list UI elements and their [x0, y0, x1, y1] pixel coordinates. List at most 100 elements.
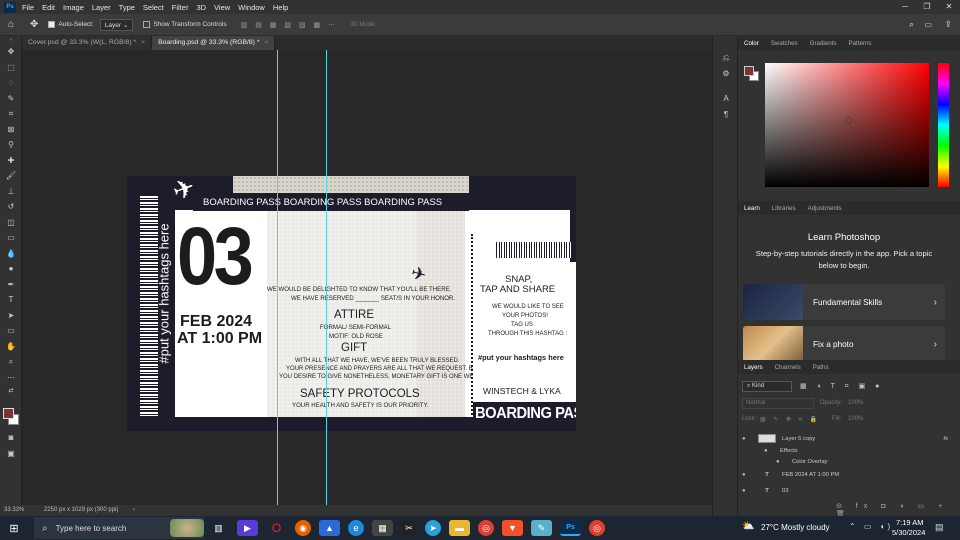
clock-date[interactable]: 5/30/2024 — [892, 528, 925, 537]
eye-icon[interactable]: ● — [742, 472, 750, 478]
opacity-value[interactable]: 100% — [848, 400, 863, 406]
brush-tool-icon[interactable]: 🖌 — [0, 168, 22, 184]
menu-help[interactable]: Help — [273, 3, 288, 12]
character-panel-icon[interactable]: A — [713, 91, 739, 107]
boarding-pass-document[interactable]: BOARDING PASS BOARDING PASS BOARDING PAS… — [127, 176, 576, 431]
zoom-tool-icon[interactable]: ⌕ — [0, 354, 22, 370]
hand-tool-icon[interactable]: ✋ — [0, 339, 22, 355]
clock-time[interactable]: 7:19 AM — [896, 518, 924, 527]
home-icon[interactable]: ⌂ — [0, 19, 22, 30]
collapse-icon[interactable]: » — [0, 36, 22, 44]
firefox-icon[interactable]: ◉ — [295, 520, 311, 536]
menu-layer[interactable]: Layer — [92, 3, 111, 12]
menu-file[interactable]: File — [22, 3, 34, 12]
photoshop-taskbar-icon[interactable]: Ps — [560, 520, 581, 536]
history-panel-icon[interactable]: ⎌ — [713, 50, 739, 66]
taskbar-search[interactable]: ⌕ Type here to search — [34, 517, 204, 539]
fill-value[interactable]: 100% — [848, 416, 863, 422]
canvas-area[interactable]: BOARDING PASS BOARDING PASS BOARDING PAS… — [22, 50, 712, 505]
dodge-tool-icon[interactable]: ● — [0, 261, 22, 277]
path-select-tool-icon[interactable]: ➤ — [0, 308, 22, 324]
menu-select[interactable]: Select — [143, 3, 164, 12]
quick-select-tool-icon[interactable]: ✎ — [0, 91, 22, 107]
tab-boarding[interactable]: Boarding.psd @ 33.3% (RGB/8) * × — [152, 36, 276, 50]
layer-row[interactable]: ● T FEB 2024 AT 1:00 PM — [738, 468, 948, 481]
weather-text[interactable]: 27°C Mostly cloudy — [761, 523, 830, 532]
crop-tool-icon[interactable]: ⌗ — [0, 106, 22, 122]
stamp-tool-icon[interactable]: ⊥ — [0, 184, 22, 200]
tab-cover[interactable]: Cover.psd @ 33.3% (W(L, RGB/8) * × — [22, 36, 153, 50]
foreground-color-swatch[interactable] — [3, 408, 14, 419]
screen-mode-icon[interactable]: ▣ — [0, 446, 22, 462]
tab-color[interactable]: Color — [738, 40, 765, 47]
telegram-icon[interactable]: ➤ — [425, 520, 441, 536]
chrome-profile-icon[interactable]: ◎ — [589, 520, 605, 536]
eye-icon[interactable]: ● — [764, 448, 772, 454]
tab-adjustments[interactable]: Adjustments — [802, 205, 848, 212]
card-fix-a-photo[interactable]: Fix a photo › — [743, 326, 945, 362]
photos-app-icon[interactable]: ▲ — [319, 520, 340, 536]
marquee-tool-icon[interactable]: ⬚ — [0, 60, 22, 76]
zoom-level[interactable]: 33.33% — [4, 505, 24, 516]
move-tool-icon[interactable]: ✥ — [30, 19, 38, 30]
quick-mask-icon[interactable]: ◙ — [0, 430, 22, 446]
card-fundamental-skills[interactable]: Fundamental Skills › — [743, 284, 945, 320]
blur-tool-icon[interactable]: 💧 — [0, 246, 22, 262]
eyedropper-tool-icon[interactable]: ⚲ — [0, 137, 22, 153]
rectangle-tool-icon[interactable]: ▭ — [0, 323, 22, 339]
gradient-tool-icon[interactable]: ▭ — [0, 230, 22, 246]
menu-filter[interactable]: Filter — [172, 3, 189, 12]
media-app-icon[interactable]: ▶ — [237, 520, 258, 536]
swap-colors-icon[interactable]: ⇄ — [0, 385, 22, 395]
tab-paths[interactable]: Paths — [807, 364, 835, 371]
workspace-icon[interactable]: ▭ — [924, 20, 932, 29]
tray-icons[interactable]: ⌃ ▭ ◖) — [849, 522, 893, 531]
tab-learn[interactable]: Learn — [738, 205, 766, 212]
search-icon[interactable]: ⌕ — [909, 19, 914, 30]
menu-edit[interactable]: Edit — [42, 3, 55, 12]
tab-swatches[interactable]: Swatches — [765, 40, 804, 47]
vertical-guide[interactable] — [326, 50, 327, 505]
vertical-guide[interactable] — [277, 50, 278, 505]
layer-row[interactable]: ● T 03 — [738, 484, 948, 497]
lock-icons[interactable]: ▦ ✎ ✥ ⌗ 🔒 — [760, 416, 820, 424]
type-tool-icon[interactable]: T — [0, 292, 22, 308]
blend-mode-dropdown[interactable]: Normal — [742, 398, 814, 409]
layer-filter-icons[interactable]: ▦ ◑ T ⌗ ▣ ● — [800, 382, 883, 391]
healing-tool-icon[interactable]: ✚ — [0, 153, 22, 169]
tab-patterns[interactable]: Patterns — [842, 40, 877, 47]
frame-tool-icon[interactable]: ⊠ — [0, 122, 22, 138]
layer-kind-filter[interactable]: ⌕ Kind — [742, 381, 792, 392]
color-fg-swatch[interactable] — [744, 66, 754, 76]
hue-slider[interactable] — [938, 63, 949, 187]
menu-window[interactable]: Window — [238, 3, 265, 12]
menu-view[interactable]: View — [214, 3, 230, 12]
capcut-icon[interactable]: ✂ — [401, 520, 417, 536]
edge-icon[interactable]: e — [348, 520, 364, 536]
menu-type[interactable]: Type — [119, 3, 135, 12]
color-field[interactable] — [765, 63, 929, 187]
eye-icon[interactable]: ● — [776, 459, 784, 465]
brave-icon[interactable]: ▼ — [502, 520, 523, 536]
opera-icon[interactable]: O — [266, 520, 287, 536]
menu-3d[interactable]: 3D — [196, 3, 206, 12]
close-tab-icon[interactable]: × — [264, 39, 268, 46]
auto-select-target-dropdown[interactable]: Layer ⌄ — [99, 18, 134, 31]
paragraph-panel-icon[interactable]: ¶ — [713, 107, 739, 123]
menu-image[interactable]: Image — [63, 3, 84, 12]
auto-select-checkbox[interactable]: Auto-Select: — [48, 20, 94, 28]
status-arrow-icon[interactable]: › — [133, 505, 135, 516]
file-explorer-icon[interactable]: ▬ — [449, 520, 470, 536]
maximize-icon[interactable]: ❐ — [916, 0, 938, 14]
notes-app-icon[interactable]: ✎ — [531, 520, 552, 536]
properties-panel-icon[interactable]: ⚙ — [713, 66, 739, 82]
calculator-icon[interactable]: ▦ — [372, 520, 393, 536]
move-tool-icon[interactable]: ✥ — [0, 44, 22, 60]
pen-tool-icon[interactable]: ✒ — [0, 277, 22, 293]
minimize-icon[interactable]: ─ — [894, 0, 916, 14]
history-brush-icon[interactable]: ↺ — [0, 199, 22, 215]
layer-row[interactable]: ● Color Overlay — [738, 455, 948, 468]
lasso-tool-icon[interactable]: ◌ — [0, 75, 22, 91]
tab-gradients[interactable]: Gradients — [804, 40, 843, 47]
close-icon[interactable]: ✕ — [938, 0, 960, 14]
